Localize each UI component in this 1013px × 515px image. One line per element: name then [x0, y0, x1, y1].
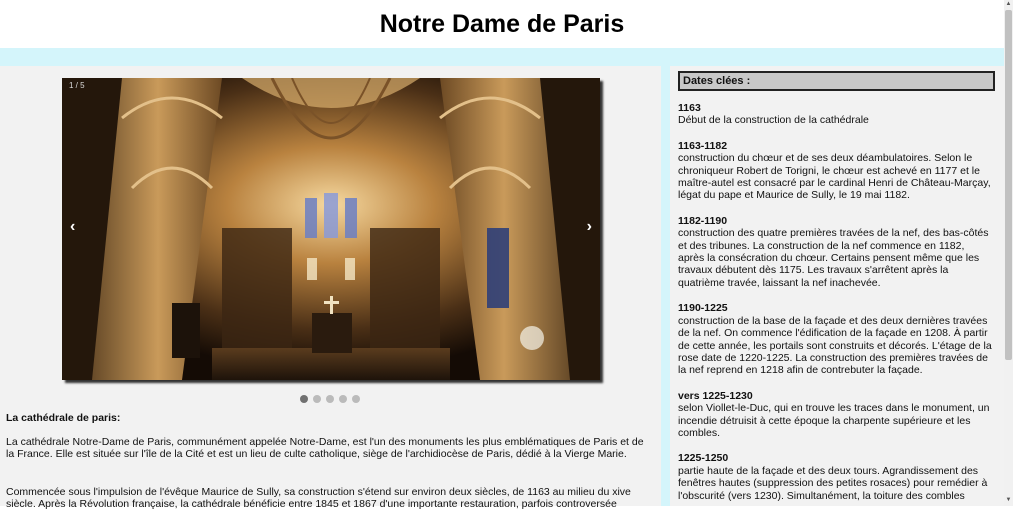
date-entry: 1190-1225 construction de la base de la … [678, 302, 992, 376]
header-band [0, 48, 1004, 66]
cathedral-interior-image [62, 78, 600, 380]
date-entry: vers 1225-1230 selon Viollet-le-Duc, qui… [678, 390, 992, 440]
main-content: 1 / 5 ‹ › La cathédrale de paris: La cat… [0, 66, 661, 510]
prev-slide-button[interactable]: ‹ [70, 218, 75, 236]
article-paragraph-2: Commencée sous l'impulsion de l'évêque M… [6, 486, 631, 510]
slider-dot-4[interactable] [339, 395, 347, 403]
date-entry-text: selon Viollet-le-Duc, qui en trouve les … [678, 402, 990, 439]
date-entry-year: 1163-1182 [678, 139, 728, 152]
date-entry-text: partie haute de la façade et des deux to… [678, 464, 988, 502]
date-entry-year: vers 1225-1230 [678, 389, 753, 402]
article-paragraph-1: La cathédrale Notre-Dame de Paris, commu… [6, 436, 644, 460]
slider-dot-2[interactable] [313, 395, 321, 403]
page-scrollbar[interactable]: ▲ ▼ [1004, 0, 1013, 506]
date-entry-text: construction des quatre premières travée… [678, 227, 989, 289]
slider-dot-5[interactable] [352, 395, 360, 403]
page-header: Notre Dame de Paris [0, 0, 1004, 48]
date-entry-text: construction du chœur et de ses deux déa… [678, 152, 991, 202]
date-entry: 1182-1190 construction des quatre premiè… [678, 215, 992, 289]
dates-sidebar: Dates clées : 1163 Début de la construct… [670, 66, 1004, 506]
date-entry: 1225-1250 partie haute de la façade et d… [678, 452, 992, 502]
date-entry: 1163-1182 construction du chœur et de se… [678, 140, 992, 202]
date-entry: 1163 Début de la construction de la cath… [678, 102, 992, 127]
date-entry-year: 1190-1225 [678, 302, 728, 315]
slider-dot-1[interactable] [300, 395, 308, 403]
date-entry-text: construction de la base de la façade et … [678, 314, 992, 377]
slider-dots [300, 395, 360, 403]
scroll-up-icon[interactable]: ▲ [1004, 0, 1013, 9]
dates-list: 1163 Début de la construction de la cath… [678, 102, 992, 515]
slide-counter: 1 / 5 [69, 81, 85, 90]
date-entry-year: 1225-1250 [678, 452, 729, 465]
image-slider: 1 / 5 ‹ › [62, 78, 600, 380]
article-heading: La cathédrale de paris: [6, 412, 121, 424]
date-entry-text: Début de la construction de la cathédral… [678, 114, 869, 127]
dates-title: Dates clées : [678, 71, 995, 91]
date-entry-year: 1182-1190 [678, 214, 728, 227]
column-gap [661, 66, 670, 506]
page-title: Notre Dame de Paris [379, 10, 625, 38]
scroll-down-icon[interactable]: ▼ [1004, 496, 1013, 505]
scrollbar-thumb[interactable] [1005, 10, 1012, 360]
slider-dot-3[interactable] [326, 395, 334, 403]
next-slide-button[interactable]: › [587, 218, 592, 236]
date-entry-year: 1163 [678, 102, 701, 114]
